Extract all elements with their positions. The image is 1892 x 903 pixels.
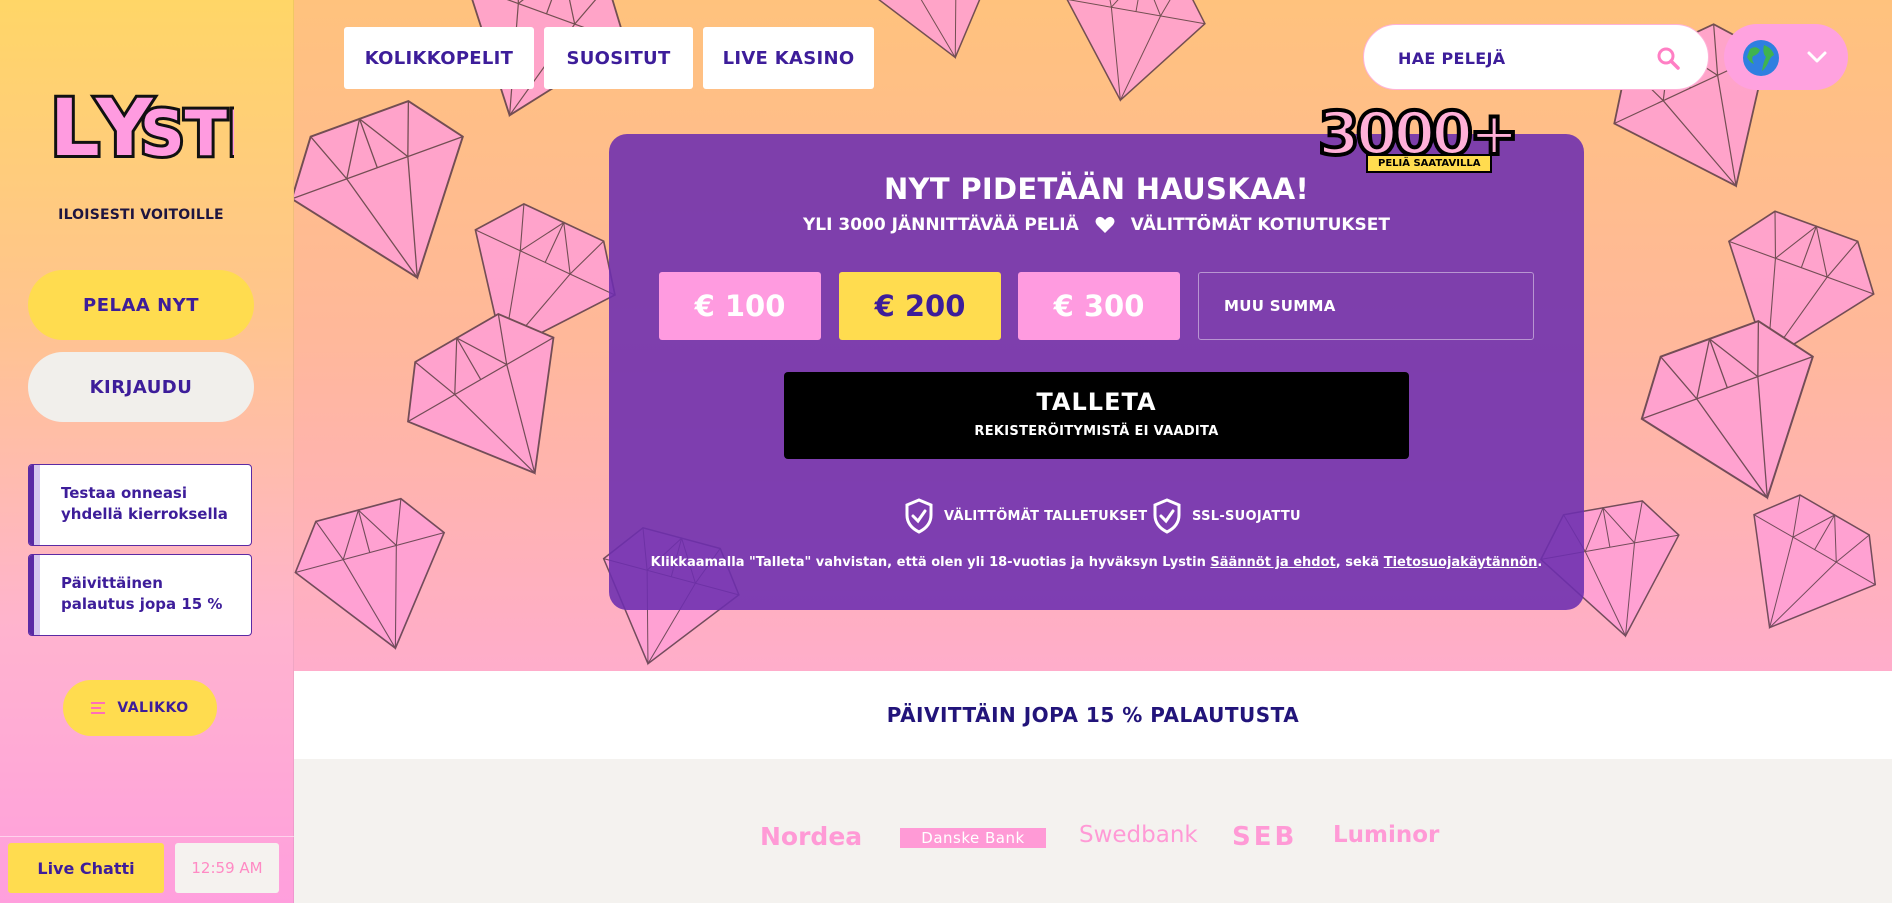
search-icon[interactable]	[1656, 46, 1680, 70]
trust-ssl: SSL-SUOJATTU	[1152, 498, 1301, 534]
language-selector[interactable]	[1724, 24, 1848, 90]
search-placeholder: HAE PELEJÄ	[1398, 49, 1506, 68]
bank-logo-seb: SEB	[1232, 822, 1298, 852]
clock: 12:59 AM	[175, 843, 279, 893]
promo-text: Päivittäinen palautus jopa 15 %	[61, 574, 223, 613]
svg-text:STI: STI	[140, 97, 234, 170]
games-count-badge: 3000+ PELIÄ SAATAVILLA	[1316, 102, 1521, 173]
badge-tag: PELIÄ SAATAVILLA	[1366, 154, 1493, 173]
bank-logo-luminor: Luminor	[1333, 822, 1440, 848]
amount-200-button[interactable]: € 200	[839, 272, 1001, 340]
play-now-button[interactable]: PELAA NYT	[28, 270, 254, 340]
subline-withdrawals: VÄLITTÖMÄT KOTIUTUKSET	[1130, 215, 1390, 235]
svg-text:L: L	[50, 84, 100, 174]
other-amount-placeholder: MUU SUMMA	[1224, 297, 1336, 315]
chevron-down-icon	[1807, 51, 1827, 63]
sidebar: L Y STI ILOISESTI VOITOILLE PELAA NYT KI…	[0, 0, 294, 903]
menu-button[interactable]: VALIKKO	[63, 680, 217, 736]
globe-icon	[1743, 40, 1779, 76]
shield-check-icon	[1153, 498, 1181, 534]
heart-icon	[1095, 216, 1115, 233]
legal-prefix: Klikkaamalla "Talleta" vahvistan, että o…	[650, 555, 1211, 570]
amount-300-button[interactable]: € 300	[1018, 272, 1180, 340]
nav-live-casino[interactable]: LIVE KASINO	[703, 27, 874, 89]
bank-logo-nordea: Nordea	[760, 822, 863, 851]
deposit-sublabel: REKISTERÖITYMISTÄ EI VAADITA	[974, 424, 1219, 439]
privacy-link[interactable]: Tietosuojakäytännön	[1384, 555, 1538, 570]
promo-card-spin[interactable]: Testaa onneasi yhdellä kierroksella	[28, 464, 252, 546]
deposit-label: TALLETA	[1036, 388, 1157, 416]
hamburger-icon	[91, 702, 106, 714]
promo-text: Testaa onneasi yhdellä kierroksella	[61, 484, 228, 523]
deposit-button[interactable]: TALLETA REKISTERÖITYMISTÄ EI VAADITA	[784, 372, 1409, 459]
trust-label: SSL-SUOJATTU	[1192, 508, 1301, 524]
amount-100-button[interactable]: € 100	[659, 272, 821, 340]
bank-logo-swedbank: Swedbank	[1079, 822, 1198, 848]
tagline: ILOISESTI VOITOILLE	[58, 207, 224, 223]
bank-logo-danske: Danske Bank	[900, 828, 1046, 848]
shield-check-icon	[905, 498, 933, 534]
legal-suffix: .	[1537, 555, 1543, 570]
other-amount-input[interactable]: MUU SUMMA	[1198, 272, 1534, 340]
legal-mid: , sekä	[1335, 555, 1384, 570]
terms-link[interactable]: Säännöt ja ehdot	[1210, 555, 1335, 570]
legal-text: Klikkaamalla "Talleta" vahvistan, että o…	[609, 555, 1584, 570]
login-button[interactable]: KIRJAUDU	[28, 352, 254, 422]
trust-label: VÄLITTÖMÄT TALLETUKSET	[944, 508, 1148, 524]
nav-slots[interactable]: KOLIKKOPELIT	[344, 27, 534, 89]
hero-headline: NYT PIDETÄÄN HAUSKAA!	[883, 172, 1309, 206]
search-input[interactable]: HAE PELEJÄ	[1363, 24, 1709, 90]
subline-games: YLI 3000 JÄNNITTÄVÄÄ PELIÄ	[802, 215, 1079, 235]
hero-subline: YLI 3000 JÄNNITTÄVÄÄ PELIÄ VÄLITTÖMÄT KO…	[609, 215, 1584, 235]
live-chat-button[interactable]: Live Chatti	[8, 843, 164, 893]
hero-section: KOLIKKOPELIT SUOSITUT LIVE KASINO HAE PE…	[294, 0, 1892, 671]
nav-popular[interactable]: SUOSITUT	[544, 27, 693, 89]
menu-label: VALIKKO	[117, 700, 189, 716]
promo-card-cashback[interactable]: Päivittäinen palautus jopa 15 %	[28, 554, 252, 636]
lysti-logo[interactable]: L Y STI	[48, 55, 234, 175]
trust-instant-deposits: VÄLITTÖMÄT TALLETUKSET	[904, 498, 1147, 534]
cashback-banner[interactable]: PÄIVITTÄIN JOPA 15 % PALAUTUSTA	[294, 671, 1892, 759]
